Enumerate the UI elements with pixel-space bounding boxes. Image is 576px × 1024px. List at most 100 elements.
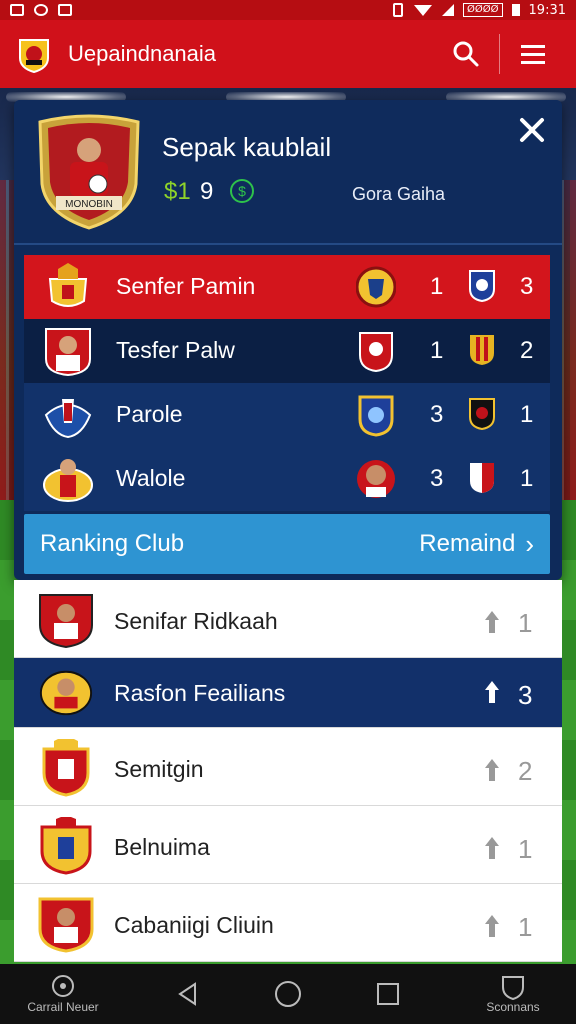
club-badge: MONOBIN — [38, 114, 140, 230]
coin-icon: $ — [230, 179, 254, 203]
opponent-crest-icon — [470, 463, 494, 493]
team-crest-icon — [39, 670, 93, 716]
team-crest-icon — [44, 399, 92, 439]
nav-right-shortcut[interactable]: Sconnans — [468, 974, 558, 1014]
opponent-crest-icon — [469, 398, 495, 431]
divider — [499, 34, 500, 74]
score-away: 1 — [520, 465, 534, 492]
match-list: Senfer Pamin 1 3 Tesfer Palw 1 2 Parole … — [24, 255, 550, 511]
recents-icon — [377, 983, 399, 1005]
ranking-team-name: Semitgin — [114, 756, 204, 782]
ranking-row[interactable]: Senifar Ridkaah 1 — [14, 580, 562, 658]
club-badge-text: MONOBIN — [65, 199, 113, 210]
match-row[interactable]: Parole 3 1 — [24, 383, 550, 447]
nav-right-label: Sconnans — [486, 1000, 540, 1014]
app-title: Uepaindnanaia — [68, 41, 217, 66]
ranking-remain-link[interactable]: Remaind — [419, 530, 515, 558]
team-crest-icon — [43, 459, 93, 502]
status-time: 19:31 — [528, 2, 566, 18]
app-bar: Uepaindnanaia — [0, 20, 576, 88]
club-stat-value: 9 — [200, 178, 214, 205]
team-crest-icon — [48, 263, 88, 307]
image-icon — [58, 4, 72, 16]
opponent-crest-icon — [359, 332, 393, 373]
back-button[interactable] — [168, 974, 208, 1014]
ranking-row[interactable]: Rasfon Feailians 3 — [14, 658, 562, 728]
team-crest-icon — [45, 328, 91, 377]
chevron-right-icon[interactable]: › — [525, 529, 534, 560]
match-row[interactable]: Tesfer Palw 1 2 — [24, 319, 550, 383]
shield-icon — [502, 976, 524, 1000]
status-bar: ØØØØ 19:31 — [0, 0, 576, 20]
team-crest-icon — [39, 594, 93, 649]
ranking-number: 3 — [518, 680, 533, 710]
club-subtitle: Gora Gaiha — [352, 184, 446, 204]
team-crest-icon — [38, 897, 94, 953]
search-button[interactable] — [439, 30, 493, 78]
opponent-crest-icon — [358, 395, 394, 437]
back-icon — [178, 982, 196, 1006]
club-header: MONOBIN Sepak kaublail $1 9 $ Gora Gaiha — [14, 100, 562, 245]
score-away: 1 — [520, 401, 534, 428]
score-away: 3 — [520, 273, 534, 300]
rank-up-arrow-icon — [485, 915, 499, 937]
score-home: 1 — [430, 273, 444, 300]
team-crest-icon — [42, 739, 90, 797]
score-away: 2 — [520, 337, 534, 364]
score-home: 3 — [430, 465, 444, 492]
team-crest-icon — [40, 817, 92, 875]
home-button[interactable] — [268, 974, 308, 1014]
football-icon — [52, 975, 74, 997]
opponent-crest-icon — [470, 335, 494, 365]
signal-box: ØØØØ — [463, 3, 503, 17]
home-icon — [275, 981, 301, 1007]
recents-button[interactable] — [368, 974, 408, 1014]
battery-icon — [511, 4, 520, 16]
wifi-icon — [414, 5, 433, 16]
ranking-title: Ranking Club — [40, 530, 185, 557]
team-name: Tesfer Palw — [116, 337, 235, 363]
ranking-number: 1 — [518, 834, 533, 864]
nav-left-label: Carrail Neuer — [27, 1000, 99, 1014]
team-name: Walole — [116, 465, 186, 491]
ranking-number: 1 — [518, 912, 533, 942]
match-row[interactable]: Walole 3 1 — [24, 447, 550, 511]
app-logo-icon[interactable] — [16, 34, 52, 74]
nav-left-shortcut[interactable]: Carrail Neuer — [18, 974, 108, 1014]
rank-up-arrow-icon — [485, 759, 499, 781]
menu-button[interactable] — [506, 30, 560, 78]
club-stat-money: $1 — [164, 178, 191, 205]
score-home: 3 — [430, 401, 444, 428]
app-icon — [34, 4, 48, 16]
ranking-list: Senifar Ridkaah 1 Rasfon Feailians 3 Sem… — [14, 580, 562, 962]
ranking-team-name: Belnuima — [114, 834, 210, 860]
system-nav-bar: Carrail Neuer Sconnans — [0, 964, 576, 1024]
team-name: Senfer Pamin — [116, 273, 256, 299]
ranking-number: 2 — [518, 756, 533, 786]
ranking-team-name: Cabaniigi Cliuin — [114, 912, 274, 938]
ranking-team-name: Rasfon Feailians — [114, 680, 286, 706]
rank-up-arrow-icon — [485, 681, 499, 703]
ranking-row[interactable]: Semitgin 2 — [14, 728, 562, 806]
ranking-row[interactable]: Belnuima 1 — [14, 806, 562, 884]
rank-up-arrow-icon — [485, 837, 499, 859]
opponent-crest-icon — [356, 266, 396, 308]
ranking-number: 1 — [518, 608, 533, 638]
team-name: Parole — [116, 401, 183, 427]
match-row[interactable]: Senfer Pamin 1 3 — [24, 255, 550, 319]
notification-icon — [10, 4, 24, 16]
score-home: 1 — [430, 337, 444, 364]
search-icon — [453, 41, 479, 67]
rank-up-arrow-icon — [485, 611, 499, 633]
menu-icon — [521, 45, 545, 64]
opponent-crest-icon — [469, 270, 495, 303]
club-card: MONOBIN Sepak kaublail $1 9 $ Gora Gaiha… — [14, 100, 562, 580]
vibrate-icon — [393, 3, 404, 17]
ranking-row[interactable]: Cabaniigi Cliuin 1 — [14, 884, 562, 962]
ranking-club-bar[interactable]: Ranking Club Remaind › — [24, 514, 550, 574]
ranking-team-name: Senifar Ridkaah — [114, 608, 278, 634]
player-avatar — [357, 460, 395, 498]
close-icon[interactable] — [516, 114, 548, 146]
signal-icon — [442, 4, 455, 16]
club-name: Sepak kaublail — [162, 132, 332, 162]
